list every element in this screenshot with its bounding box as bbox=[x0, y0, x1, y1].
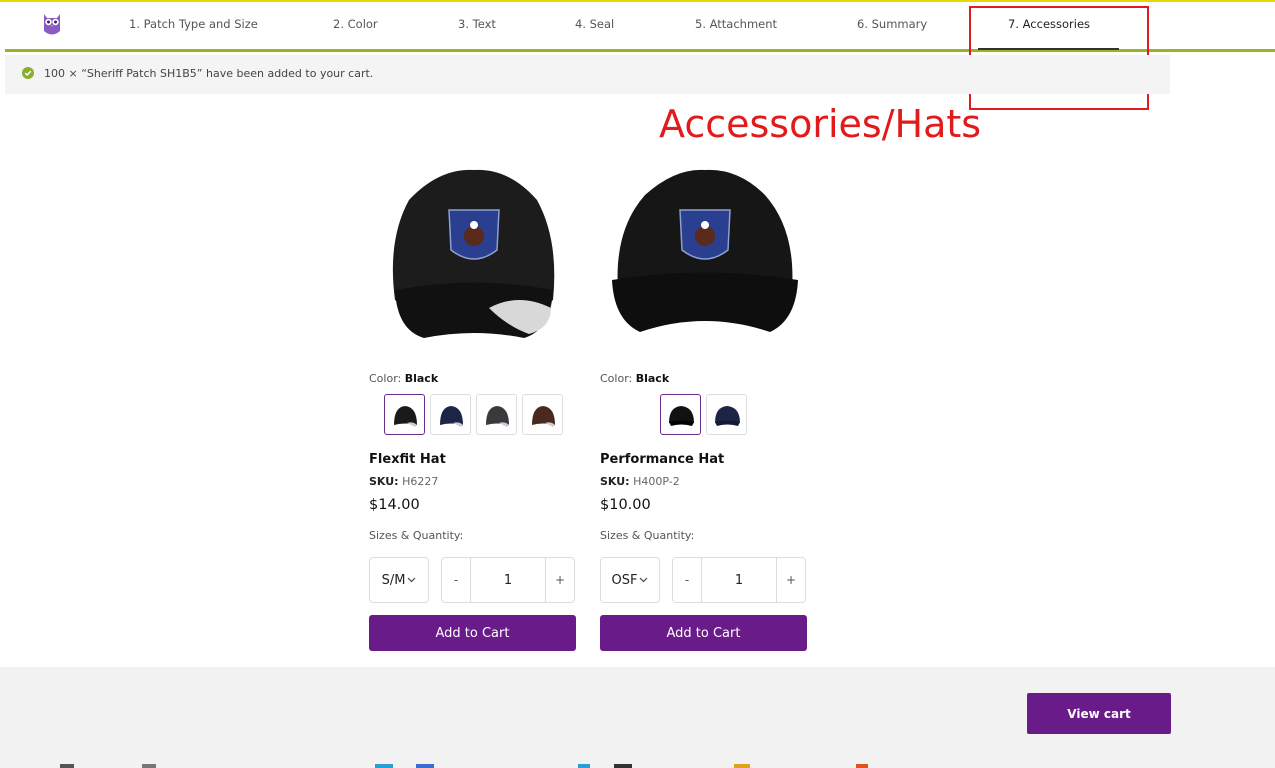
brown-hat-swatch-icon bbox=[532, 406, 555, 427]
quantity-increase-button[interactable]: + bbox=[546, 558, 574, 602]
step-color[interactable]: 2. Color bbox=[333, 17, 378, 31]
product-name: Performance Hat bbox=[600, 452, 725, 467]
selected-color: Black bbox=[635, 372, 670, 385]
swatch-brown[interactable] bbox=[522, 394, 563, 435]
quantity-decrease-button[interactable]: - bbox=[673, 558, 701, 602]
step-text[interactable]: 3. Text bbox=[458, 17, 496, 31]
check-circle-icon bbox=[22, 67, 34, 79]
quantity-stepper: - 1 + bbox=[672, 557, 806, 603]
quantity-decrease-button[interactable]: - bbox=[442, 558, 470, 602]
page-footer: View cart bbox=[0, 667, 1275, 768]
charcoal-hat-swatch-icon bbox=[486, 406, 509, 427]
quantity-increase-button[interactable]: + bbox=[777, 558, 805, 602]
quantity-input[interactable]: 1 bbox=[470, 558, 546, 602]
black-hat-swatch-icon bbox=[394, 406, 417, 427]
selected-color: Black bbox=[404, 372, 439, 385]
size-select[interactable]: S/M bbox=[369, 557, 429, 603]
view-cart-button[interactable]: View cart bbox=[1027, 693, 1171, 734]
notice-text: 100 × “Sheriff Patch SH1B5” have been ad… bbox=[44, 67, 374, 80]
cart-notice: 100 × “Sheriff Patch SH1B5” have been ad… bbox=[5, 55, 1170, 94]
product-sku: SKU: H400P-2 bbox=[600, 475, 680, 488]
product-price: $10.00 bbox=[600, 497, 651, 513]
swatch-navy[interactable] bbox=[706, 394, 747, 435]
performance-hat-image[interactable] bbox=[600, 160, 810, 350]
size-select[interactable]: OSF bbox=[600, 557, 660, 603]
navy-hat-swatch-icon bbox=[715, 406, 740, 426]
swatch-black[interactable] bbox=[660, 394, 701, 435]
step-attachment[interactable]: 5. Attachment bbox=[695, 17, 777, 31]
swatch-charcoal[interactable] bbox=[476, 394, 517, 435]
product-name: Flexfit Hat bbox=[369, 452, 446, 467]
add-to-cart-button[interactable]: Add to Cart bbox=[600, 615, 807, 651]
quantity-stepper: - 1 + bbox=[441, 557, 575, 603]
chevron-down-icon bbox=[407, 577, 416, 583]
step-summary[interactable]: 6. Summary bbox=[857, 17, 927, 31]
color-label: Color: Black bbox=[600, 372, 670, 385]
product-sku: SKU: H6227 bbox=[369, 475, 439, 488]
black-hat-swatch-icon bbox=[669, 406, 694, 426]
step-patch-type[interactable]: 1. Patch Type and Size bbox=[129, 17, 258, 31]
flexfit-hat-image[interactable] bbox=[369, 160, 579, 350]
step-seal[interactable]: 4. Seal bbox=[575, 17, 614, 31]
color-label: Color: Black bbox=[369, 372, 439, 385]
product-price: $14.00 bbox=[369, 497, 420, 513]
taskbar-strip bbox=[60, 764, 868, 768]
navy-hat-swatch-icon bbox=[440, 406, 463, 427]
sizes-quantity-label: Sizes & Quantity: bbox=[369, 529, 464, 542]
annotation-label: Accessories/Hats bbox=[659, 102, 982, 146]
add-to-cart-button[interactable]: Add to Cart bbox=[369, 615, 576, 651]
quantity-input[interactable]: 1 bbox=[701, 558, 777, 602]
sizes-quantity-label: Sizes & Quantity: bbox=[600, 529, 695, 542]
swatch-navy[interactable] bbox=[430, 394, 471, 435]
chevron-down-icon bbox=[640, 577, 648, 583]
owl-logo-icon[interactable] bbox=[41, 11, 63, 37]
swatch-black[interactable] bbox=[384, 394, 425, 435]
